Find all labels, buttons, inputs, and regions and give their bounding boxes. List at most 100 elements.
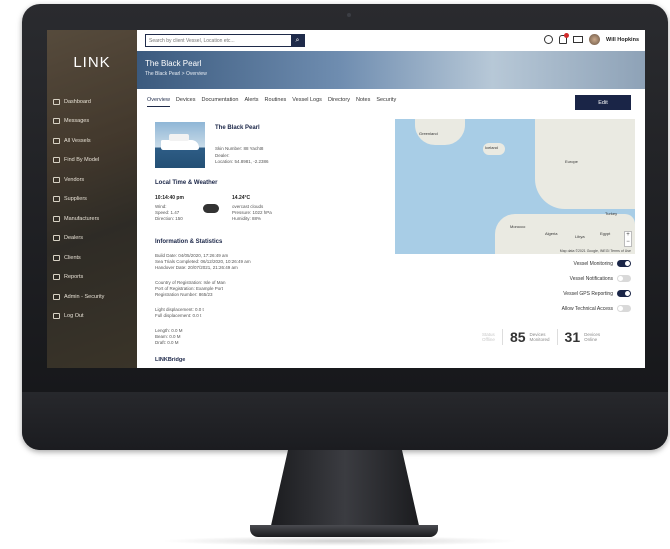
map-label-libya: Libya [575, 234, 585, 239]
status-label-block: Status Offline [482, 332, 495, 343]
search-box: ⌕ [145, 34, 305, 47]
toggle-vessel-gps-row: Vessel GPS Reporting [563, 290, 631, 297]
online-label-2: Online [584, 337, 598, 342]
toggle-label: Allow Technical Access [561, 305, 613, 312]
vessel-name: The Black Pearl [215, 125, 260, 131]
mail-icon[interactable] [573, 36, 584, 43]
map-label-egypt: Egypt [600, 231, 611, 236]
sidebar-nav: Dashboard Messages All Vessels Find By M… [47, 92, 137, 326]
search-button[interactable]: ⌕ [291, 35, 304, 46]
sidebar-item-vendors[interactable]: Vendors [47, 170, 137, 190]
report-icon [53, 274, 60, 281]
main-content: Overview Devices Documentation Alerts Ro… [137, 89, 645, 368]
online-label: Devices Online [584, 332, 600, 343]
wind-info: Wind: Speed: 1.47 Direction: 150 [155, 204, 183, 222]
boat-cabin [169, 134, 189, 141]
conditions-info: overcast clouds Pressure: 1022 hPa Humid… [232, 204, 272, 222]
edit-button[interactable]: Edit [575, 95, 631, 110]
app-screen: LINK Dashboard Messages All Vessels Find… [47, 30, 645, 368]
devices-monitored-count: 85 [509, 329, 526, 345]
tab-routines[interactable]: Routines [265, 97, 287, 107]
sidebar-item-label: Admin - Security [64, 293, 105, 300]
handover-date: Handover Date: 20/07/2021, 21:26:49 am [155, 265, 238, 270]
floor-shadow [160, 536, 520, 546]
weather-heading: Local Time & Weather [155, 180, 218, 186]
toggle-vessel-monitoring-row: Vessel Monitoring [574, 260, 631, 267]
tab-overview[interactable]: Overview [147, 97, 170, 107]
sidebar-item-label: Clients [64, 254, 81, 261]
webcam [347, 13, 351, 17]
tab-directory[interactable]: Directory [328, 97, 350, 107]
toggle-label: Vessel Monitoring [573, 260, 613, 267]
sidebar: LINK Dashboard Messages All Vessels Find… [47, 30, 137, 368]
tab-notes[interactable]: Notes [356, 97, 370, 107]
tab-devices[interactable]: Devices [176, 97, 196, 107]
sidebar-item-dashboard[interactable]: Dashboard [47, 92, 137, 112]
shield-icon [53, 293, 60, 300]
sidebar-item-label: Suppliers [64, 196, 87, 203]
map-zoom-control[interactable]: + − [624, 231, 632, 247]
page-title: The Black Pearl [145, 59, 202, 68]
sidebar-item-reports[interactable]: Reports [47, 268, 137, 288]
bell-icon[interactable] [559, 33, 570, 44]
device-stats: Status Offline 85 Devices Monitored 31 D… [475, 329, 607, 345]
map-land-europe [535, 119, 635, 209]
sidebar-item-clients[interactable]: Clients [47, 248, 137, 268]
sidebar-item-log-out[interactable]: Log Out [47, 307, 137, 327]
sidebar-item-manufacturers[interactable]: Manufacturers [47, 209, 137, 229]
sidebar-item-find-by-model[interactable]: Find By Model [47, 151, 137, 171]
sidebar-item-admin-security[interactable]: Admin - Security [47, 287, 137, 307]
full-displacement: Full displacement: 0.0 t [155, 313, 202, 318]
monitor-chin [22, 392, 668, 450]
map-label-europe: Europe [565, 159, 578, 164]
devices-online-count: 31 [564, 329, 581, 345]
tab-documentation[interactable]: Documentation [201, 97, 238, 107]
tab-bar: Overview Devices Documentation Alerts Ro… [147, 97, 396, 107]
toggle-label: Vessel Notifications [569, 275, 613, 282]
avatar[interactable] [589, 34, 601, 45]
skin-number: Skin Number: 88 Yacht8 [215, 146, 264, 151]
toggle-label: Vessel GPS Reporting [563, 290, 613, 297]
monitored-stat: 85 Devices Monitored [501, 329, 557, 345]
search-input[interactable] [146, 35, 291, 46]
map-label-morocco: Morocco [510, 224, 526, 229]
sidebar-item-all-vessels[interactable]: All Vessels [47, 131, 137, 151]
vessel-map[interactable]: Greenland Iceland Europe Morocco Algeria… [395, 119, 635, 254]
users-icon [53, 254, 60, 261]
sidebar-item-messages[interactable]: Messages [47, 112, 137, 132]
help-icon[interactable] [544, 35, 554, 44]
monitored-label: Devices Monitored [530, 332, 550, 343]
map-label-algeria: Algeria [545, 231, 558, 236]
sidebar-item-suppliers[interactable]: Suppliers [47, 190, 137, 210]
vessels-icon [53, 137, 60, 144]
status-stat: Status Offline [475, 332, 502, 343]
registration-block: Country of Registration: Isle of Man Por… [155, 280, 226, 298]
vessel-details: Skin Number: 88 Yacht8 Dealer: Location:… [215, 146, 269, 166]
status-value: Offline [482, 337, 495, 342]
store-icon [53, 235, 60, 242]
toggle-vessel-monitoring[interactable] [617, 260, 631, 267]
user-name[interactable]: Will Hopkins [606, 37, 639, 43]
sidebar-item-label: Vendors [64, 176, 85, 183]
dashboard-icon [53, 98, 60, 105]
dimensions-block: Length: 0.0 M Beam: 0.0 M Draft: 0.0 M [155, 328, 183, 346]
notification-badge [564, 33, 570, 38]
tab-vessel-logs[interactable]: Vessel Logs [292, 97, 322, 107]
displacement-block: Light displacement: 0.0 t Full displacem… [155, 307, 204, 319]
sidebar-item-label: Dealers [64, 235, 83, 242]
tab-alerts[interactable]: Alerts [244, 97, 258, 107]
truck-icon [53, 196, 60, 203]
toggle-vessel-notifications[interactable] [617, 275, 631, 282]
toggle-allow-technical-access[interactable] [617, 305, 631, 312]
location: Location: 54.8981, -2.2386 [215, 159, 269, 164]
toggle-vessel-gps-reporting[interactable] [617, 290, 631, 297]
tab-security[interactable]: Security [376, 97, 396, 107]
monitored-label-2: Monitored [529, 337, 550, 342]
map-label-turkey: Turkey [605, 211, 618, 216]
map-land-africa [495, 214, 635, 254]
messages-icon [53, 118, 60, 125]
sidebar-item-dealers[interactable]: Dealers [47, 229, 137, 249]
vendors-icon [53, 176, 60, 183]
sidebar-item-label: Log Out [64, 313, 84, 320]
info-heading: Information & Statistics [155, 239, 223, 245]
